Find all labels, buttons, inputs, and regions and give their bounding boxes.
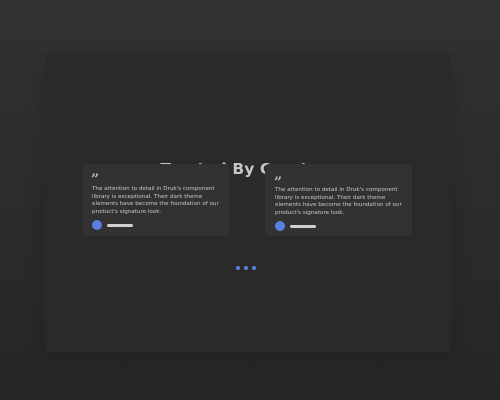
carousel-dot[interactable] — [244, 266, 248, 270]
author-row — [275, 221, 335, 231]
author-name-placeholder — [290, 224, 316, 228]
testimonial-card: ” The attention to detail in Druk's comp… — [265, 164, 412, 236]
carousel-dot[interactable] — [252, 266, 256, 270]
testimonial-text: The attention to detail in Druk's compon… — [275, 187, 402, 216]
avatar — [275, 221, 285, 231]
author-name-placeholder — [107, 223, 133, 227]
quote-icon: ” — [91, 173, 100, 183]
author-row — [92, 220, 152, 230]
avatar — [92, 220, 102, 230]
quote-icon: ” — [274, 176, 283, 186]
testimonial-card: ” The attention to detail in Druk's comp… — [82, 164, 229, 236]
carousel-dots — [236, 266, 260, 270]
carousel-dot[interactable] — [236, 266, 240, 270]
testimonial-text: The attention to detail in Druk's compon… — [92, 186, 219, 215]
